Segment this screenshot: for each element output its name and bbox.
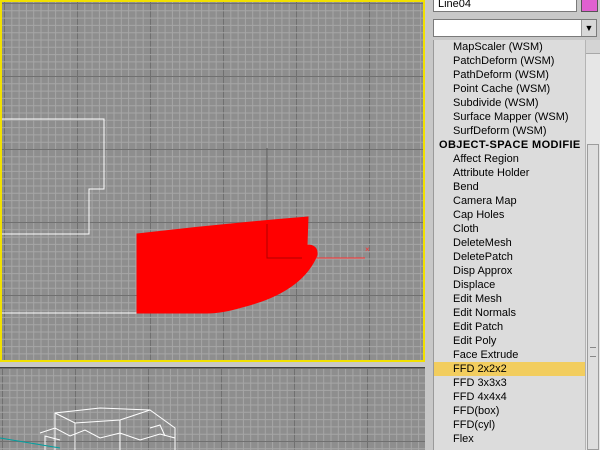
spline-outline[interactable] — [2, 118, 105, 235]
modifier-list-item[interactable]: FFD(cyl) — [434, 418, 586, 432]
ground-axis-line — [0, 437, 61, 449]
modifier-list-item[interactable]: FFD(box) — [434, 404, 586, 418]
modifier-list-item[interactable]: Cloth — [434, 222, 586, 236]
modifier-list-item[interactable]: FFD 4x4x4 — [434, 390, 586, 404]
modifier-list-item[interactable]: Disp Approx — [434, 264, 586, 278]
modifier-list-item[interactable]: MapScaler (WSM) — [434, 40, 586, 54]
modifier-list-item[interactable]: PatchDeform (WSM) — [434, 54, 586, 68]
modifier-list-item[interactable]: DeleteMesh — [434, 236, 586, 250]
modifier-list-item[interactable]: Surface Mapper (WSM) — [434, 110, 586, 124]
wireframe-object[interactable] — [39, 407, 176, 450]
modifier-list-item[interactable]: Face Extrude — [434, 348, 586, 362]
modifier-list-dropdown[interactable]: ▼ — [433, 19, 597, 37]
axis-x-marker-icon: × — [365, 245, 370, 254]
modifier-list-scrollbar[interactable] — [585, 40, 600, 450]
modifier-list-item[interactable]: FFD 2x2x2 — [434, 362, 586, 376]
modifier-list-item[interactable]: Flex — [434, 432, 586, 446]
modifier-list-item[interactable]: Edit Patch — [434, 320, 586, 334]
scroll-thumb[interactable] — [587, 144, 599, 450]
modifier-list-item[interactable]: FFD 3x3x3 — [434, 376, 586, 390]
modifier-list[interactable]: MapScaler (WSM) PatchDeform (WSM) PathDefo… — [433, 40, 586, 450]
modifier-list-item[interactable]: SurfDeform (WSM) — [434, 124, 586, 138]
perspective-viewport[interactable] — [0, 367, 425, 450]
modifier-list-item[interactable]: Bend — [434, 180, 586, 194]
modifier-list-item[interactable]: Edit Poly — [434, 334, 586, 348]
extruded-shape[interactable] — [136, 216, 318, 314]
modifier-list-item[interactable]: Displace — [434, 278, 586, 292]
modifier-list-item[interactable]: Affect Region — [434, 152, 586, 166]
modifier-list-item[interactable]: Attribute Holder — [434, 166, 586, 180]
modifier-category-header: OBJECT-SPACE MODIFIE — [439, 139, 581, 151]
modifier-list-item[interactable]: PathDeform (WSM) — [434, 68, 586, 82]
modifier-list-item[interactable]: Camera Map — [434, 194, 586, 208]
object-color-swatch[interactable] — [581, 0, 598, 12]
command-panel: Line04 ▼ MapScaler (WSM) PatchDeform (WSM… — [430, 0, 600, 450]
viewport-grid-lower — [0, 368, 425, 450]
object-name-field[interactable]: Line04 — [433, 0, 577, 12]
scroll-grip-icon — [590, 347, 596, 357]
viewport-canvas[interactable]: × — [2, 2, 425, 362]
triangle-down-icon[interactable]: ▼ — [581, 20, 596, 36]
modifier-list-item[interactable]: Edit Mesh — [434, 292, 586, 306]
modifier-list-item[interactable]: DeletePatch — [434, 250, 586, 264]
modifier-list-item[interactable]: Edit Normals — [434, 306, 586, 320]
modifier-list-item[interactable]: Subdivide (WSM) — [434, 96, 586, 110]
top-viewport[interactable]: × — [0, 0, 425, 362]
perspective-canvas[interactable] — [0, 368, 425, 450]
modifier-list-item[interactable]: Point Cache (WSM) — [434, 82, 586, 96]
scroll-up-button[interactable] — [586, 40, 600, 54]
modifier-list-item[interactable]: Cap Holes — [434, 208, 586, 222]
